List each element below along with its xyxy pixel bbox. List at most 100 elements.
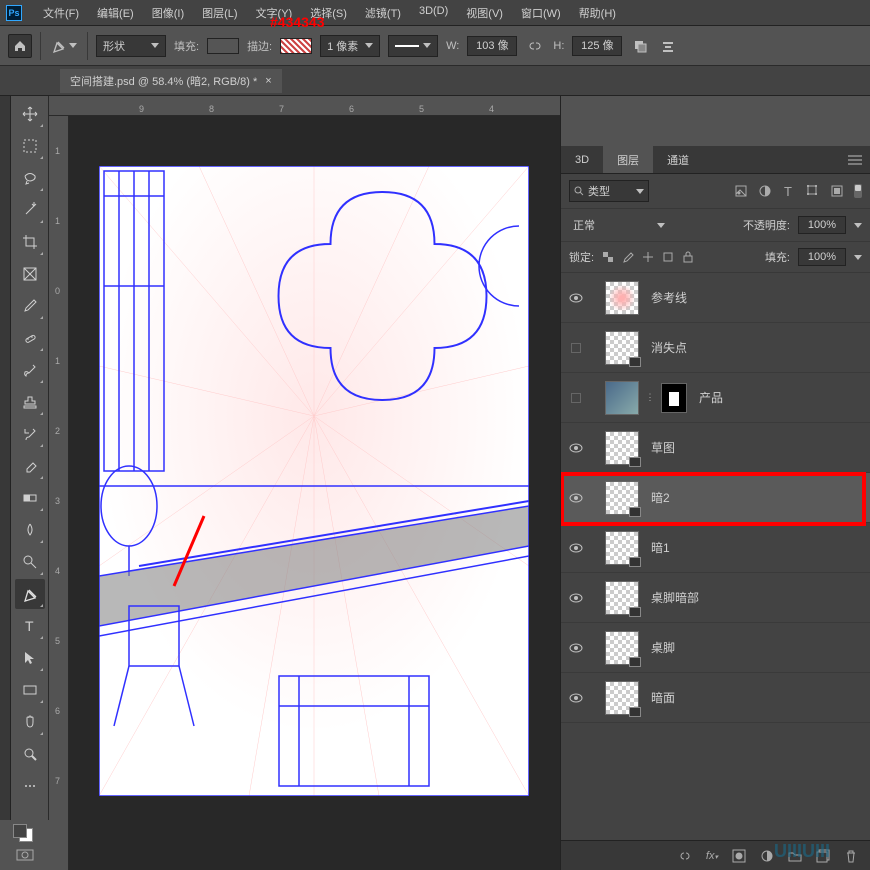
fx-button[interactable]: fx▾ [706, 850, 718, 862]
layer-row[interactable]: ⋮产品 [561, 373, 870, 423]
quickmask-button[interactable] [15, 848, 35, 862]
layer-thumbnail[interactable] [605, 631, 639, 665]
layer-thumbnail[interactable] [605, 281, 639, 315]
eyedropper-tool[interactable] [15, 291, 45, 321]
visibility-toggle[interactable] [567, 343, 585, 353]
layer-row[interactable]: 桌脚暗部 [561, 573, 870, 623]
layer-row[interactable]: 参考线 [561, 273, 870, 323]
filter-toggle[interactable] [854, 184, 862, 198]
lock-move-icon[interactable] [642, 251, 654, 263]
zoom-tool[interactable] [15, 739, 45, 769]
visibility-toggle[interactable] [567, 543, 585, 553]
document-canvas[interactable] [99, 166, 529, 796]
pen-tool-indicator[interactable] [49, 36, 79, 56]
visibility-toggle[interactable] [567, 593, 585, 603]
blend-mode-select[interactable]: 正常 [569, 215, 669, 235]
menu-item[interactable]: 视图(V) [457, 5, 512, 21]
layer-row[interactable]: 暗1 [561, 523, 870, 573]
mask-button[interactable] [732, 849, 746, 863]
path-ops-button[interactable] [630, 36, 650, 56]
layer-name[interactable]: 暗2 [651, 489, 670, 506]
menu-item[interactable]: 编辑(E) [88, 5, 143, 21]
gradient-tool[interactable] [15, 483, 45, 513]
visibility-toggle[interactable] [567, 443, 585, 453]
lock-trans-icon[interactable] [602, 251, 614, 263]
align-button[interactable] [658, 36, 678, 56]
pen-tool[interactable] [15, 579, 45, 609]
menu-item[interactable]: 文字(Y) [247, 5, 302, 21]
filter-smart-icon[interactable] [830, 184, 844, 198]
fill-opacity-input[interactable]: 100% [798, 248, 846, 266]
tab-layers[interactable]: 图层 [603, 146, 653, 173]
lasso-tool[interactable] [15, 163, 45, 193]
magic-wand-tool[interactable] [15, 195, 45, 225]
layer-row[interactable]: 桌脚 [561, 623, 870, 673]
layers-list[interactable]: 参考线消失点 ⋮产品草图暗2 暗1 桌脚暗部桌脚暗面 [561, 273, 870, 840]
layer-name[interactable]: 参考线 [651, 289, 687, 306]
heal-tool[interactable] [15, 323, 45, 353]
delete-button[interactable] [844, 849, 858, 863]
visibility-toggle[interactable] [567, 393, 585, 403]
eraser-tool[interactable] [15, 451, 45, 481]
fg-bg-swatch[interactable] [13, 824, 37, 844]
width-input[interactable]: 103 像 [467, 36, 517, 56]
type-tool[interactable]: T [15, 611, 45, 641]
menu-item[interactable]: 文件(F) [34, 5, 88, 21]
tab-channels[interactable]: 通道 [653, 146, 703, 173]
collapsed-panel-bar[interactable] [0, 96, 11, 870]
new-layer-button[interactable] [816, 849, 830, 863]
menu-item[interactable]: 3D(D) [410, 5, 457, 21]
layer-thumbnail[interactable] [605, 331, 639, 365]
layer-thumbnail[interactable] [605, 531, 639, 565]
layer-name[interactable]: 消失点 [651, 339, 687, 356]
visibility-toggle[interactable] [567, 693, 585, 703]
menu-item[interactable]: 滤镜(T) [356, 5, 410, 21]
edit-toolbar-button[interactable] [15, 771, 45, 801]
filter-shape-icon[interactable] [806, 184, 820, 198]
height-input[interactable]: 125 像 [572, 36, 622, 56]
stroke-style-dropdown[interactable] [388, 35, 438, 57]
adjustment-button[interactable] [760, 849, 774, 863]
lock-brush-icon[interactable] [622, 251, 634, 263]
layer-thumbnail[interactable] [605, 581, 639, 615]
layer-thumbnail[interactable] [605, 481, 639, 515]
blur-tool[interactable] [15, 515, 45, 545]
crop-tool[interactable] [15, 227, 45, 257]
lock-artboard-icon[interactable] [662, 251, 674, 263]
filter-adjust-icon[interactable] [758, 184, 772, 198]
opacity-input[interactable]: 100% [798, 216, 846, 234]
layer-thumbnail[interactable] [605, 431, 639, 465]
link-wh-button[interactable] [525, 36, 545, 56]
layer-row[interactable]: 暗2 [561, 473, 870, 523]
layer-row[interactable]: 消失点 [561, 323, 870, 373]
home-button[interactable] [8, 34, 32, 58]
menu-item[interactable]: 图像(I) [143, 5, 193, 21]
filter-type-icon[interactable]: T [782, 184, 796, 198]
layer-row[interactable]: 草图 [561, 423, 870, 473]
layer-name[interactable]: 产品 [699, 389, 723, 406]
menu-item[interactable]: 窗口(W) [512, 5, 570, 21]
menu-item[interactable]: 帮助(H) [570, 5, 625, 21]
history-brush-tool[interactable] [15, 419, 45, 449]
marquee-tool[interactable] [15, 131, 45, 161]
stroke-width-input[interactable]: 1 像素 [320, 35, 380, 57]
visibility-toggle[interactable] [567, 293, 585, 303]
link-layers-icon[interactable] [678, 850, 692, 862]
menu-item[interactable]: 图层(L) [193, 5, 246, 21]
brush-tool[interactable] [15, 355, 45, 385]
panel-menu-button[interactable] [848, 154, 862, 166]
layer-name[interactable]: 暗面 [651, 689, 675, 706]
rectangle-tool[interactable] [15, 675, 45, 705]
tab-3d[interactable]: 3D [561, 146, 603, 173]
path-select-tool[interactable] [15, 643, 45, 673]
layer-name[interactable]: 暗1 [651, 539, 670, 556]
layer-name[interactable]: 草图 [651, 439, 675, 456]
layer-thumbnail[interactable] [605, 681, 639, 715]
layer-mask-thumbnail[interactable] [661, 383, 687, 413]
lock-all-icon[interactable] [682, 251, 694, 263]
layer-row[interactable]: 暗面 [561, 673, 870, 723]
move-tool[interactable] [15, 99, 45, 129]
layer-thumbnail[interactable] [605, 381, 639, 415]
hand-tool[interactable] [15, 707, 45, 737]
visibility-toggle[interactable] [567, 643, 585, 653]
